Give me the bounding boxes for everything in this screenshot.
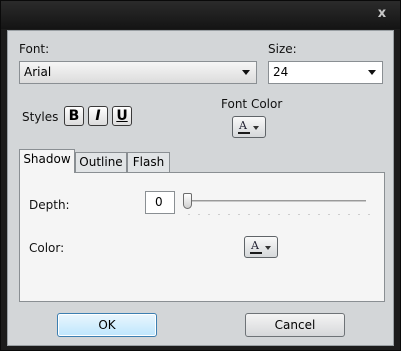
shadow-color-button[interactable]: A (244, 236, 278, 258)
cancel-button-label: Cancel (274, 318, 316, 332)
close-icon[interactable]: x (374, 6, 390, 22)
font-color-swatch (238, 132, 250, 134)
shadow-color-icon: A (251, 239, 259, 252)
ok-button-label: OK (98, 318, 116, 332)
underline-icon: U (116, 108, 128, 124)
font-dropdown[interactable]: Arial (19, 61, 257, 84)
chevron-down-icon (368, 70, 376, 75)
shadow-color-label: Color: (29, 241, 65, 255)
font-dropdown-value: Arial (24, 65, 52, 79)
size-label: Size: (268, 42, 297, 56)
bold-button[interactable]: B (64, 106, 84, 126)
ok-button[interactable]: OK (57, 313, 157, 337)
dialog-content: Font: Arial Size: 24 Styles B I U Font C… (7, 30, 394, 346)
styles-label: Styles (22, 110, 59, 124)
depth-slider-ticks (184, 213, 370, 216)
depth-input[interactable]: 0 (145, 191, 175, 214)
shadow-tab-panel: Depth: 0 Color: A (19, 172, 385, 302)
bold-icon: B (68, 108, 80, 124)
cancel-button[interactable]: Cancel (245, 313, 345, 337)
depth-slider-track[interactable] (186, 200, 366, 202)
size-dropdown[interactable]: 24 (268, 61, 383, 84)
tab-flash[interactable]: Flash (127, 152, 170, 173)
size-dropdown-value: 24 (273, 65, 289, 79)
font-style-dialog: x Font: Arial Size: 24 Styles B I U Font… (0, 0, 401, 351)
font-color-icon: A (239, 119, 247, 132)
chevron-down-icon (253, 126, 259, 130)
italic-icon: I (95, 108, 101, 124)
tab-outline[interactable]: Outline (75, 152, 127, 173)
tab-shadow[interactable]: Shadow (19, 149, 75, 173)
font-label: Font: (19, 42, 50, 56)
tab-flash-label: Flash (132, 155, 165, 169)
depth-label: Depth: (29, 198, 70, 212)
depth-slider-thumb[interactable] (183, 193, 192, 209)
underline-button[interactable]: U (112, 106, 132, 126)
italic-button[interactable]: I (88, 106, 108, 126)
title-bar: x (1, 1, 400, 29)
depth-value: 0 (155, 195, 163, 209)
font-color-button[interactable]: A (232, 116, 266, 138)
chevron-down-icon (265, 246, 271, 250)
tab-shadow-label: Shadow (23, 152, 71, 166)
font-color-label: Font Color (221, 97, 283, 111)
chevron-down-icon (242, 70, 250, 75)
tab-outline-label: Outline (79, 155, 123, 169)
shadow-color-swatch (250, 252, 262, 254)
